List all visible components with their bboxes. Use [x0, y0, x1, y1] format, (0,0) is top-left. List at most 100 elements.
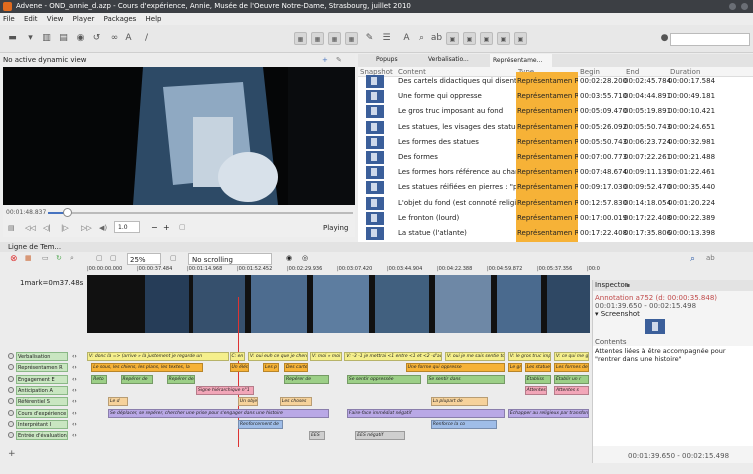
track-menu-icon[interactable]	[8, 432, 14, 439]
track-navigate-icon[interactable]: ‹›	[72, 420, 77, 429]
tab-representation[interactable]: Représentame...	[490, 54, 552, 67]
edit-view-icon[interactable]: ✎	[336, 54, 342, 66]
search-timeline-icon[interactable]: ⌕	[690, 254, 695, 264]
menu-help[interactable]: Help	[146, 15, 162, 23]
forward-icon[interactable]: ▷▷	[81, 224, 92, 232]
rewind-icon[interactable]: ◁◁	[25, 224, 36, 232]
volume-icon[interactable]: ◀)	[99, 224, 107, 232]
track-navigate-icon[interactable]: ‹›	[72, 363, 77, 372]
undo-icon[interactable]: ↺	[90, 32, 103, 45]
timeline-annotation[interactable]: Reto	[91, 374, 107, 384]
track-label[interactable]: Représentamen R	[16, 363, 68, 373]
track-menu-icon[interactable]	[8, 364, 14, 371]
layout-toggle-icon[interactable]: ▭	[42, 254, 49, 262]
layout-icon-3[interactable]: ▦	[328, 32, 341, 45]
view-icon-5[interactable]: ▣	[514, 32, 527, 45]
menu-file[interactable]: File	[3, 15, 15, 23]
tab-verbalisation[interactable]: Verbalisatio...	[428, 56, 469, 63]
track-label[interactable]: Anticipation A	[16, 385, 68, 395]
timeline-annotation[interactable]: Se déplacer, se repérer, chercher une pr…	[107, 408, 330, 418]
timeline-tool-icon-2[interactable]: ◎	[302, 254, 308, 262]
timeline-annotation[interactable]: C: en	[229, 352, 246, 361]
zoom-icon[interactable]: ⌕	[415, 32, 428, 45]
timeline-annotation[interactable]: Se sentir oppressée	[346, 374, 422, 384]
timeline-annotation[interactable]: V: ce qui me guide	[553, 352, 589, 361]
track-menu-icon[interactable]	[8, 353, 14, 359]
timeline-annotation[interactable]: Établiss	[524, 374, 552, 384]
zoom-fit-icon[interactable]: ▢	[110, 254, 117, 262]
layout-icon-1[interactable]: ▦	[294, 32, 307, 45]
timeline-annotation[interactable]: Repérer de	[284, 374, 330, 384]
menu-view[interactable]: View	[47, 15, 64, 23]
track-menu-icon[interactable]	[8, 375, 14, 382]
timeline-annotation[interactable]: Les p	[263, 363, 279, 373]
view-icon-2[interactable]: ▣	[463, 32, 476, 45]
screenshot-expander[interactable]: ▾ Screenshot	[595, 310, 640, 318]
add-track-button[interactable]: +	[8, 449, 16, 459]
timeline-annotation[interactable]: V: moi » moi	[309, 352, 342, 361]
track-menu-icon[interactable]	[8, 420, 14, 427]
timeline-annotation[interactable]: Le gr	[507, 363, 522, 373]
track-label[interactable]: Verbalisation	[16, 352, 68, 361]
zoom-select[interactable]: 25%	[127, 253, 161, 265]
timeline-annotation[interactable]: Une forme qui oppresse	[405, 363, 506, 373]
playback-rate-input[interactable]: 1.0	[114, 221, 140, 233]
timeline-annotation[interactable]: Le d	[107, 397, 128, 407]
contents-text[interactable]: Attentes liées à être accompagnée pour "…	[593, 346, 753, 446]
close-window-button[interactable]	[741, 3, 748, 10]
track-label[interactable]: Interprétant I	[16, 419, 68, 429]
text-icon[interactable]: A	[122, 32, 135, 45]
pen-icon[interactable]: /	[140, 32, 153, 45]
abbr-icon[interactable]: ab	[430, 32, 443, 45]
table-row[interactable]: La statue (l'atlante) Représentamen R 00:1…	[358, 224, 753, 242]
save-as-icon[interactable]: ▤	[57, 32, 70, 45]
track-label[interactable]: Référentiel S	[16, 397, 68, 407]
timeline-annotation[interactable]: Renforce la co	[430, 419, 497, 429]
screenshot-icon[interactable]: ▤	[8, 224, 15, 232]
stop-icon[interactable]: ⊗	[10, 254, 18, 264]
timeline-annotation[interactable]: Établir un r	[553, 374, 589, 384]
layout-icon-2[interactable]: ▦	[311, 32, 324, 45]
search-input[interactable]	[670, 33, 750, 46]
track-label[interactable]: Engagement E	[16, 374, 68, 384]
timeline-annotation[interactable]: V: -3 -1 je mettrai <1 entre <1 et <2 -d…	[344, 352, 443, 361]
timeline-annotation[interactable]: V: oui je me sais sentie tout de	[444, 352, 506, 361]
menu-packages[interactable]: Packages	[104, 15, 137, 23]
timeline-annotation[interactable]: V: le gros truc imposant	[507, 352, 552, 361]
timeline-annotation[interactable]: Les choses	[279, 397, 313, 407]
dropdown-arrow-icon[interactable]: ▾	[24, 32, 37, 45]
view-icon-4[interactable]: ▣	[497, 32, 510, 45]
track-menu-icon[interactable]	[8, 398, 14, 405]
rate-decrease-button[interactable]: −	[151, 223, 158, 232]
tab-popups[interactable]: Popups	[376, 56, 398, 63]
track-navigate-icon[interactable]: ‹›	[72, 431, 77, 440]
timeline-annotation[interactable]: V: donc là => (arrive » là justement je …	[87, 352, 229, 361]
timeline-annotation[interactable]: Échapper au religieux par transformation	[507, 408, 589, 418]
track-navigate-icon[interactable]: ‹›	[72, 352, 77, 361]
timeline-annotation[interactable]: Un élém	[229, 363, 250, 373]
timeline-annotation[interactable]: Signe hiérarchique n°1	[195, 385, 254, 395]
edit-icon[interactable]: ✎	[363, 32, 376, 45]
scroll-mode-select[interactable]: No scrolling	[188, 253, 272, 265]
pin-icon[interactable]: ▪	[626, 280, 630, 291]
track-menu-icon[interactable]	[8, 409, 14, 416]
video-seek-bar[interactable]	[48, 208, 353, 217]
abbrev-icon[interactable]: ab	[706, 254, 715, 262]
track-navigate-icon[interactable]: ‹›	[72, 386, 77, 395]
rate-increase-button[interactable]: +	[163, 223, 170, 232]
add-icon[interactable]: +	[322, 54, 328, 66]
timeline-annotation[interactable]: EES	[309, 431, 325, 441]
timeline-annotation[interactable]: Se sentir dans	[426, 374, 506, 384]
view-icon-3[interactable]: ▣	[480, 32, 493, 45]
camera-icon[interactable]: ◉	[74, 32, 87, 45]
layout-icon-4[interactable]: ▦	[345, 32, 358, 45]
menu-player[interactable]: Player	[73, 15, 95, 23]
timeline-annotation[interactable]: EES négatif	[355, 431, 405, 441]
zoom-in-icon[interactable]: ▢	[170, 254, 177, 262]
inspector-annotation[interactable]: Annotation a752 (d: 00:00:35.848)	[595, 294, 753, 302]
track-label[interactable]: Entrée d'évaluation des	[16, 431, 68, 441]
open-package-icon[interactable]: ▬	[6, 32, 19, 45]
timeline-annotation[interactable]: Renforcement de	[237, 419, 283, 429]
timeline-annotation[interactable]: Repérer des	[166, 374, 195, 384]
timeline-annotation[interactable]: Les statues, le	[524, 363, 552, 373]
